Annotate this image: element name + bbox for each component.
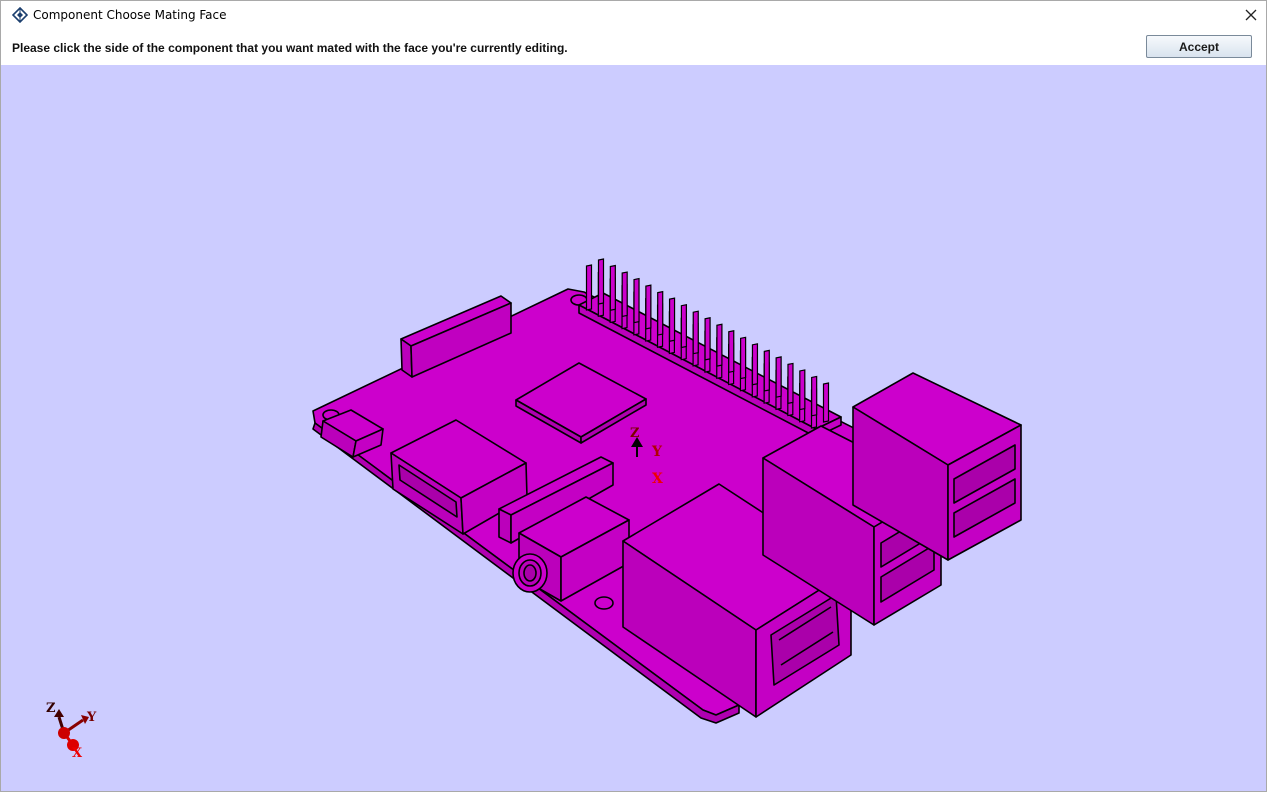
gpio-pin: [597, 258, 605, 305]
window-title: Component Choose Mating Face: [33, 8, 227, 22]
gpio-pin: [751, 343, 759, 386]
3d-viewport[interactable]: Z Y X Z Y X: [1, 65, 1266, 791]
gpio-pin: [585, 264, 593, 311]
gpio-pin: [787, 362, 794, 405]
gpio-pin: [763, 349, 770, 392]
instruction-text: Please click the side of the component t…: [12, 41, 568, 55]
title-bar[interactable]: Component Choose Mating Face: [1, 1, 1266, 30]
gpio-pin: [811, 375, 818, 417]
gpio-pin: [645, 284, 652, 330]
gpio-pin: [680, 303, 687, 349]
triad-label-x: X: [72, 746, 83, 761]
gpio-pin: [716, 323, 723, 367]
gpio-pin: [657, 290, 664, 336]
app-icon: [11, 6, 29, 24]
gpio-pin: [822, 382, 830, 423]
orientation-triad: Z Y X: [46, 701, 97, 761]
axis-label-z: Z: [630, 426, 640, 441]
mounting-hole: [594, 596, 614, 610]
instruction-bar: Please click the side of the component t…: [1, 30, 1266, 65]
close-button[interactable]: [1236, 1, 1266, 30]
axis-label-y: Y: [651, 444, 663, 460]
triad-label-z: Z: [46, 701, 56, 716]
camera-connector-front[interactable]: [498, 508, 512, 544]
gpio-pin: [609, 264, 616, 311]
gpio-pin: [692, 310, 699, 355]
accept-button[interactable]: Accept: [1146, 35, 1252, 58]
gpio-pin: [668, 297, 676, 342]
close-icon: [1245, 9, 1257, 21]
gpio-pin: [740, 336, 747, 380]
gpio-pin: [799, 369, 806, 411]
gpio-pin: [704, 317, 711, 361]
gpio-pin: [775, 356, 782, 398]
axis-label-x: X: [652, 471, 663, 487]
display-connector-front[interactable]: [400, 338, 413, 378]
gpio-pin: [633, 277, 640, 324]
gpio-pin: [728, 330, 735, 374]
triad-label-y: Y: [86, 710, 97, 725]
component-model-view[interactable]: Z Y X Z Y X: [1, 65, 1266, 791]
gpio-pin: [621, 271, 628, 318]
dialog-window: Component Choose Mating Face Please clic…: [0, 0, 1267, 792]
audio-jack-hole-inner: [523, 564, 537, 582]
